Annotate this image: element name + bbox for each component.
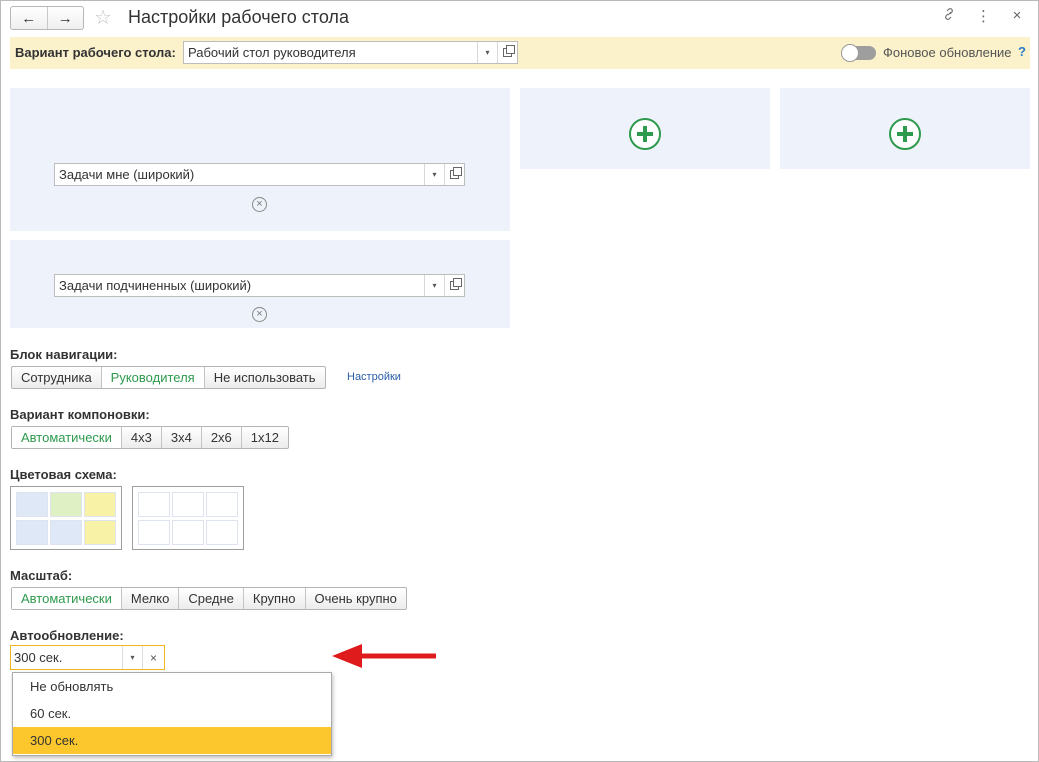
link-icon-svg [945, 8, 953, 20]
preview-tile [172, 520, 204, 545]
title-bar: ← → ☆ Настройки рабочего стола ⋮ × [10, 4, 1030, 32]
close-icon[interactable]: × [1010, 7, 1024, 25]
preview-tile [84, 520, 116, 545]
widget-panel-3 [520, 88, 770, 169]
toggle-knob [841, 44, 859, 62]
widget-value-1: Задачи мне (широкий) [59, 167, 195, 182]
autoupdate-select[interactable]: 300 сек. ▾ × [10, 645, 165, 670]
add-widget-icon[interactable] [629, 118, 661, 150]
autoupdate-dropdown-list: Не обновлять 60 сек. 300 сек. [12, 672, 332, 756]
autoupdate-option-300[interactable]: 300 сек. [13, 727, 331, 754]
scale-label: Масштаб: [10, 568, 73, 583]
layout-option-2x6[interactable]: 2x6 [200, 427, 241, 448]
scale-option-small[interactable]: Мелко [120, 588, 178, 609]
color-scheme-label: Цветовая схема: [10, 467, 117, 482]
scale-option-auto[interactable]: Автоматически [12, 588, 121, 609]
navigation-settings-link[interactable]: Настройки [347, 371, 401, 383]
scale-option-medium[interactable]: Средне [178, 588, 243, 609]
chevron-down-icon[interactable]: ▾ [424, 164, 444, 185]
navigation-option-employee[interactable]: Сотрудника [12, 367, 101, 388]
autoupdate-label: Автообновление: [10, 628, 124, 643]
widget-panel-4 [780, 88, 1030, 169]
annotation-arrow-icon [332, 644, 436, 668]
page-title: Настройки рабочего стола [128, 7, 349, 27]
preview-tile [84, 492, 116, 517]
chevron-down-icon[interactable]: ▾ [424, 275, 444, 296]
autoupdate-option-60[interactable]: 60 сек. [13, 700, 331, 727]
chevron-down-icon[interactable]: ▾ [122, 646, 142, 669]
widget-panel-2: Задачи подчиненных (широкий) ▾ × [10, 240, 510, 328]
scale-option-xlarge[interactable]: Очень крупно [304, 588, 406, 609]
variant-value: Рабочий стол руководителя [188, 45, 356, 60]
background-update-toggle[interactable] [841, 44, 876, 62]
color-scheme-light[interactable] [132, 486, 244, 550]
preview-tile [138, 492, 170, 517]
widget-value-2: Задачи подчиненных (широкий) [59, 278, 252, 293]
variant-select[interactable]: Рабочий стол руководителя ▾ [183, 41, 518, 64]
color-scheme-preview [138, 492, 238, 545]
color-scheme-preview [16, 492, 116, 545]
preview-tile [206, 492, 238, 517]
favorite-star-icon[interactable]: ☆ [94, 5, 112, 30]
variant-bar: Вариант рабочего стола: Рабочий стол рук… [10, 37, 1030, 69]
layout-option-3x4[interactable]: 3x4 [160, 427, 201, 448]
preview-tile [50, 520, 82, 545]
navigation-option-none[interactable]: Не использовать [203, 367, 325, 388]
forward-button[interactable]: → [46, 7, 84, 29]
clear-icon[interactable]: × [142, 646, 164, 669]
chevron-down-icon[interactable]: ▾ [477, 42, 497, 63]
layout-option-auto[interactable]: Автоматически [12, 427, 121, 448]
scale-option-large[interactable]: Крупно [242, 588, 305, 609]
preview-tile [206, 520, 238, 545]
layout-label: Вариант компоновки: [10, 407, 150, 422]
forward-icon: → [57, 9, 73, 27]
remove-widget-icon[interactable]: × [252, 307, 267, 322]
add-widget-icon[interactable] [889, 118, 921, 150]
remove-widget-icon[interactable]: × [252, 197, 267, 212]
preview-tile [50, 492, 82, 517]
help-icon[interactable]: ? [1018, 44, 1026, 59]
open-icon[interactable] [444, 164, 464, 185]
preview-tile [138, 520, 170, 545]
variant-label: Вариант рабочего стола: [15, 45, 176, 60]
open-icon[interactable] [497, 42, 517, 63]
layout-option-4x3[interactable]: 4x3 [120, 427, 161, 448]
navigation-option-manager[interactable]: Руководителя [100, 367, 204, 388]
widget-select-2[interactable]: Задачи подчиненных (широкий) ▾ [54, 274, 465, 297]
background-update-label: Фоновое обновление [883, 45, 1012, 60]
more-icon[interactable]: ⋮ [976, 7, 991, 25]
navigation-button-group: Сотрудника Руководителя Не использовать [11, 366, 326, 389]
widget-panel-1: Задачи мне (широкий) ▾ × [10, 88, 510, 231]
nav-buttons: ← → [10, 6, 84, 30]
navigation-label: Блок навигации: [10, 347, 118, 362]
preview-tile [16, 492, 48, 517]
preview-tile [16, 520, 48, 545]
layout-option-1x12[interactable]: 1x12 [240, 427, 288, 448]
autoupdate-value: 300 сек. [14, 650, 63, 665]
color-scheme-colored[interactable] [10, 486, 122, 550]
layout-button-group: Автоматически 4x3 3x4 2x6 1x12 [11, 426, 289, 449]
widget-select-1[interactable]: Задачи мне (широкий) ▾ [54, 163, 465, 186]
title-actions: ⋮ × [942, 7, 1024, 25]
preview-tile [172, 492, 204, 517]
open-icon[interactable] [444, 275, 464, 296]
back-icon: ← [21, 9, 37, 27]
scale-button-group: Автоматически Мелко Средне Крупно Очень … [11, 587, 407, 610]
back-button[interactable]: ← [11, 7, 47, 29]
autoupdate-option-never[interactable]: Не обновлять [13, 673, 331, 700]
link-icon[interactable] [942, 7, 956, 25]
